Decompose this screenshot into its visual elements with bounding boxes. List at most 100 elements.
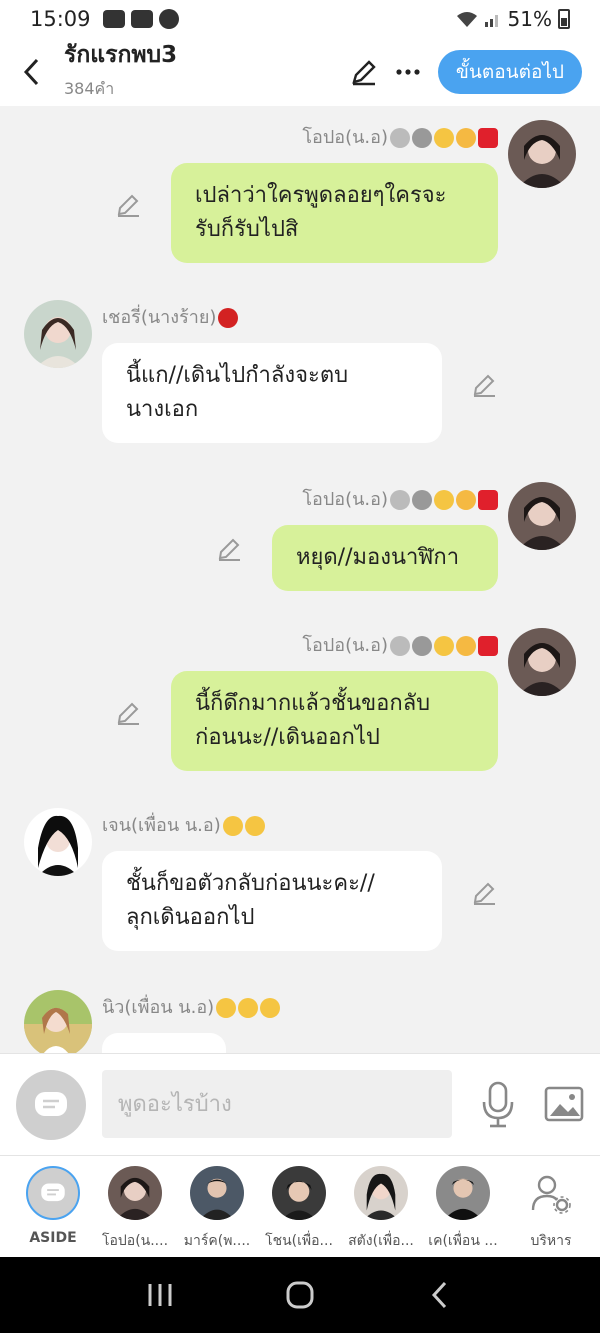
message-3: โอปอ(น.อ) หยุด//มองนาฬิกา (0, 468, 600, 598)
kissing-emoji-icon (244, 816, 265, 836)
avatar[interactable] (24, 300, 92, 368)
heart-emoji-icon (478, 128, 498, 148)
recents-button[interactable] (130, 1265, 190, 1325)
message-input[interactable] (102, 1070, 452, 1138)
wifi-icon (456, 12, 477, 27)
blushing-emoji-icon (260, 998, 281, 1018)
sender-name: นิว(เพื่อน น.อ) (102, 992, 281, 1021)
message-bubble[interactable]: นี้แก//เดินไปกำลังจะตบ นางเอก (102, 343, 442, 443)
gallery-notification-icon (102, 10, 125, 28)
message-bubble[interactable] (102, 1033, 226, 1053)
word-count: 384คำ (64, 78, 115, 98)
character-label: โชน(เพื่อ... (265, 1233, 333, 1249)
status-time: 15:09 (30, 7, 91, 31)
message-1: โอปอ(น.อ) เปล่าว่าใครพูดลอยๆใครจะ รับก็ร… (0, 106, 600, 276)
heart-eyes-emoji-icon (456, 490, 476, 510)
manage-characters-button[interactable]: บริหาร (511, 1166, 591, 1252)
heart-eyes-emoji-icon (456, 636, 476, 656)
sender-name: โอปอ(น.อ) (302, 630, 498, 659)
chat-area[interactable]: โอปอ(น.อ) เปล่าว่าใครพูดลอยๆใครจะ รับก็ร… (0, 106, 600, 1053)
back-arrow-icon (23, 58, 39, 86)
smiling-emoji-icon (238, 998, 259, 1018)
character-item[interactable]: เค(เพื่อน ... (423, 1166, 503, 1252)
mic-icon[interactable] (478, 1080, 518, 1130)
home-button[interactable] (270, 1265, 330, 1325)
input-bar (0, 1053, 600, 1155)
battery-icon (558, 9, 570, 29)
status-bar: 15:09 51% (0, 0, 600, 38)
chat-icon (35, 1092, 67, 1116)
avatar[interactable] (24, 990, 92, 1053)
crossbones-emoji-icon (412, 128, 432, 148)
avatar[interactable] (508, 120, 576, 188)
avatar[interactable] (24, 808, 92, 876)
home-icon (286, 1281, 314, 1309)
edit-icon[interactable] (115, 192, 141, 218)
avatar[interactable] (508, 628, 576, 696)
character-item[interactable]: โอปอ(น.... (95, 1166, 175, 1252)
message-bubble[interactable]: ชั้นก็ขอตัวกลับก่อนนะคะ// ลุกเดินออกไป (102, 851, 442, 951)
battery-percent: 51% (507, 7, 552, 31)
heart-eyes-emoji-icon (456, 128, 476, 148)
character-label: เค(เพื่อน ... (428, 1233, 498, 1249)
system-nav-bar (0, 1257, 600, 1333)
message-bubble[interactable]: หยุด//มองนาฬิกา (272, 525, 498, 591)
cherry-emoji-icon (218, 308, 239, 328)
love-face-emoji-icon (434, 636, 454, 656)
message-6: นิว(เพื่อน น.อ) (0, 976, 600, 1053)
crossbones-emoji-icon (412, 636, 432, 656)
message-4: โอปอ(น.อ) นี้ก็ดึกมากแล้วชั้นขอกลับ ก่อน… (0, 614, 600, 784)
edit-icon[interactable] (216, 536, 242, 562)
line-notification-icon (158, 9, 179, 29)
story-title: รักแรกพบ3 (64, 41, 178, 68)
nav-back-icon (431, 1281, 447, 1309)
skull-emoji-icon (390, 636, 410, 656)
avatar[interactable] (508, 482, 576, 550)
chat-icon (41, 1183, 65, 1202)
edit-icon[interactable] (115, 700, 141, 726)
next-step-button[interactable]: ขั้นตอนต่อไป (437, 50, 582, 94)
pencil-icon (352, 60, 376, 86)
character-label: บริหาร (530, 1233, 572, 1249)
message-2: เชอรี่(นางร้าย) นี้แก//เดินไปกำลังจะตบ น… (0, 286, 600, 456)
love-face-emoji-icon (434, 128, 454, 148)
crossbones-emoji-icon (412, 490, 432, 510)
sender-name: เชอรี่(นางร้าย) (102, 302, 239, 331)
character-label: สตัง(เพื่อ... (348, 1233, 414, 1249)
person-gear-icon (531, 1175, 571, 1214)
signal-icon (484, 15, 498, 27)
edit-icon[interactable] (471, 880, 497, 906)
skull-emoji-icon (390, 490, 410, 510)
message-5: เจน(เพื่อน น.อ) ชั้นก็ขอตัวกลับก่อนนะคะ/… (0, 794, 600, 964)
camera-notification-icon (130, 10, 153, 28)
back-button[interactable] (0, 38, 64, 106)
character-label: โอปอ(น.... (101, 1233, 169, 1249)
character-item[interactable]: สตัง(เพื่อ... (341, 1166, 421, 1252)
heart-emoji-icon (478, 636, 498, 656)
header: รักแรกพบ3 384คำ ขั้นตอนต่อไป (0, 38, 600, 106)
message-bubble[interactable]: นี้ก็ดึกมากแล้วชั้นขอกลับ ก่อนนะ//เดินออ… (171, 671, 498, 771)
smiling-emoji-icon (222, 816, 243, 836)
skull-emoji-icon (390, 128, 410, 148)
edit-icon[interactable] (471, 372, 497, 398)
love-face-emoji-icon (434, 490, 454, 510)
character-label: ASIDE (29, 1230, 77, 1246)
image-icon[interactable] (544, 1084, 584, 1124)
character-bar: ASIDE โอปอ(น.... มาร์ค(พ.... โชน(เพื่อ..… (0, 1155, 600, 1257)
sender-name: โอปอ(น.อ) (302, 122, 498, 151)
more-icon (396, 69, 420, 75)
character-item[interactable]: โชน(เพื่อ... (259, 1166, 339, 1252)
character-aside[interactable]: ASIDE (13, 1166, 93, 1246)
sender-name: เจน(เพื่อน น.อ) (102, 810, 265, 839)
heart-emoji-icon (478, 490, 498, 510)
aside-toggle-button[interactable] (16, 1070, 86, 1140)
message-bubble[interactable]: เปล่าว่าใครพูดลอยๆใครจะ รับก็รับไปสิ (171, 163, 498, 263)
character-label: มาร์ค(พ.... (183, 1233, 251, 1249)
winking-emoji-icon (216, 998, 237, 1018)
sender-name: โอปอ(น.อ) (302, 484, 498, 513)
character-item[interactable]: มาร์ค(พ.... (177, 1166, 257, 1252)
edit-title-button[interactable] (342, 50, 386, 94)
nav-back-button[interactable] (410, 1265, 470, 1325)
recents-icon (148, 1284, 172, 1306)
more-button[interactable] (386, 50, 430, 94)
